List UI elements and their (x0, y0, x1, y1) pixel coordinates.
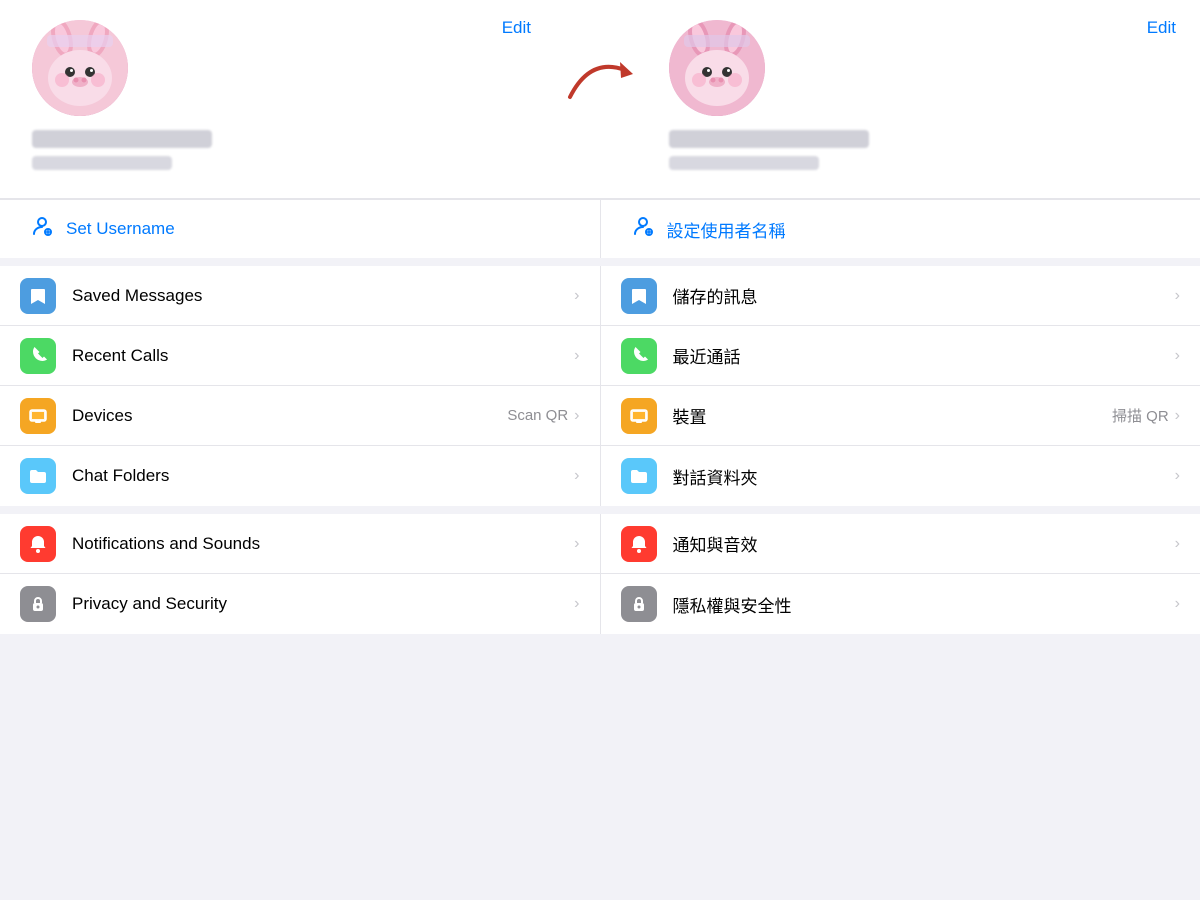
left-edit-button[interactable]: Edit (502, 18, 531, 38)
left-saved-messages[interactable]: Saved Messages › (0, 266, 600, 326)
left-profile: Edit (0, 0, 555, 198)
right-privacy-chevron: › (1175, 595, 1180, 613)
left-notifications[interactable]: Notifications and Sounds › (0, 514, 600, 574)
right-saved-messages-label: 儲存的訊息 (673, 283, 1175, 308)
right-devices-chevron: › (1175, 407, 1180, 425)
privacy-chevron: › (574, 595, 579, 613)
right-notifications-icon (621, 526, 657, 562)
right-recent-calls[interactable]: 最近通話 › (601, 326, 1200, 386)
right-devices-label: 裝置 (673, 403, 1113, 428)
saved-messages-label: Saved Messages (72, 286, 574, 306)
right-avatar (669, 20, 765, 116)
right-chat-folders-label: 對話資料夾 (673, 464, 1175, 489)
left-privacy[interactable]: Privacy and Security › (0, 574, 600, 634)
menu-group-2: Notifications and Sounds › Privacy and S… (0, 514, 1200, 634)
privacy-label: Privacy and Security (72, 594, 574, 614)
chat-folders-icon (20, 458, 56, 494)
right-username-label: 設定使用者名稱 (667, 217, 786, 242)
right-notifications-chevron: › (1175, 535, 1180, 553)
left-chat-folders[interactable]: Chat Folders › (0, 446, 600, 506)
right-recent-calls-icon (621, 338, 657, 374)
notifications-chevron: › (574, 535, 579, 553)
profiles-area: Edit (0, 0, 1200, 199)
right-avatar-image (669, 20, 765, 116)
notifications-icon (20, 526, 56, 562)
right-username-icon (631, 214, 655, 244)
right-menu-group2: 通知與音效 › 隱私權與安全性 › (601, 514, 1200, 634)
devices-label: Devices (72, 406, 507, 426)
menu-group-1: Saved Messages › Recent Calls › Devices … (0, 266, 1200, 506)
transition-arrow (565, 52, 635, 107)
right-saved-messages[interactable]: 儲存的訊息 › (601, 266, 1200, 326)
right-profile: Edit (645, 0, 1200, 198)
left-phone-blur (32, 156, 172, 170)
section-divider-1 (0, 258, 1200, 266)
right-privacy-label: 隱私權與安全性 (673, 592, 1175, 617)
right-username-panel[interactable]: 設定使用者名稱 (601, 200, 1200, 258)
devices-badge: Scan QR (507, 407, 568, 424)
recent-calls-label: Recent Calls (72, 346, 574, 366)
devices-chevron: › (574, 407, 579, 425)
right-saved-messages-icon (621, 278, 657, 314)
privacy-icon (20, 586, 56, 622)
section-divider-2 (0, 506, 1200, 514)
username-row: Set Username 設定使用者名稱 (0, 199, 1200, 258)
saved-messages-chevron: › (574, 287, 579, 305)
right-notifications[interactable]: 通知與音效 › (601, 514, 1200, 574)
right-chat-folders-icon (621, 458, 657, 494)
notifications-label: Notifications and Sounds (72, 534, 574, 554)
left-avatar-svg (32, 20, 128, 116)
recent-calls-icon (20, 338, 56, 374)
right-saved-messages-chevron: › (1175, 287, 1180, 305)
saved-messages-icon (20, 278, 56, 314)
left-username-icon (30, 214, 54, 244)
right-chat-folders-chevron: › (1175, 467, 1180, 485)
left-username-panel[interactable]: Set Username (0, 200, 601, 258)
left-name-blur (32, 130, 212, 148)
recent-calls-chevron: › (574, 347, 579, 365)
right-devices-badge: 掃描 QR (1112, 405, 1169, 426)
right-devices-icon (621, 398, 657, 434)
left-avatar (32, 20, 128, 116)
right-privacy-icon (621, 586, 657, 622)
right-notifications-label: 通知與音效 (673, 531, 1175, 556)
right-recent-calls-label: 最近通話 (673, 343, 1175, 368)
left-username-label: Set Username (66, 219, 175, 239)
arrow-container (555, 0, 645, 198)
right-chat-folders[interactable]: 對話資料夾 › (601, 446, 1200, 506)
left-devices[interactable]: Devices Scan QR › (0, 386, 600, 446)
right-name-blur (669, 130, 869, 148)
right-avatar-svg (669, 20, 765, 116)
devices-icon (20, 398, 56, 434)
left-menu-group2: Notifications and Sounds › Privacy and S… (0, 514, 601, 634)
right-edit-button[interactable]: Edit (1147, 18, 1176, 38)
app-container: Edit (0, 0, 1200, 900)
chat-folders-chevron: › (574, 467, 579, 485)
left-recent-calls[interactable]: Recent Calls › (0, 326, 600, 386)
right-recent-calls-chevron: › (1175, 347, 1180, 365)
chat-folders-label: Chat Folders (72, 466, 574, 486)
left-menu-group1: Saved Messages › Recent Calls › Devices … (0, 266, 601, 506)
right-phone-blur (669, 156, 819, 170)
left-avatar-image (32, 20, 128, 116)
right-menu-group1: 儲存的訊息 › 最近通話 › 裝置 掃描 QR › (601, 266, 1200, 506)
right-devices[interactable]: 裝置 掃描 QR › (601, 386, 1200, 446)
right-privacy[interactable]: 隱私權與安全性 › (601, 574, 1200, 634)
